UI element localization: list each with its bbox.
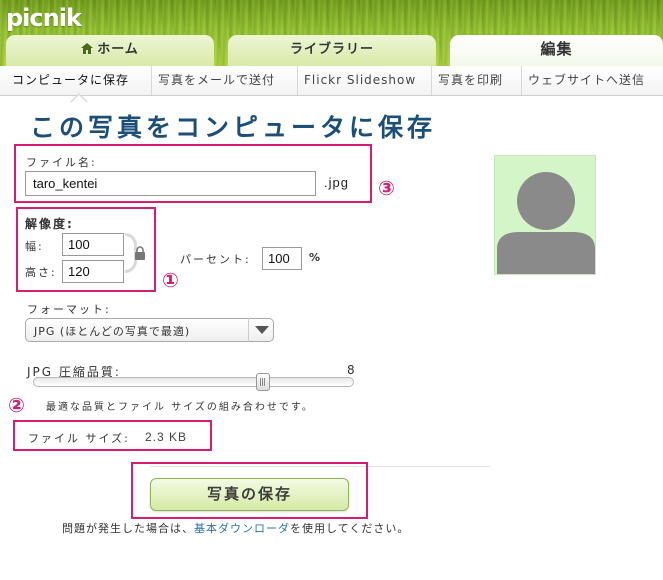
active-tab-pointer-inner <box>71 95 87 103</box>
height-label: 高さ: <box>25 266 57 279</box>
quality-value: 8 <box>347 363 357 377</box>
filesize-label: ファイル サイズ: <box>28 432 130 445</box>
subnav-flickr-slideshow[interactable]: Flickr Slideshow <box>298 66 432 95</box>
annotation-3: ③ <box>378 176 395 200</box>
photo-preview <box>494 155 596 275</box>
tab-library-label: ライブラリー <box>289 42 374 57</box>
subnav-email-photo[interactable]: 写真をメールで送付 <box>152 66 298 95</box>
chevron-down-icon[interactable] <box>248 318 274 342</box>
quality-slider[interactable] <box>33 377 354 387</box>
file-extension: .jpg <box>324 175 349 190</box>
lock-icon[interactable] <box>134 246 146 260</box>
tab-edit[interactable]: 編集 <box>450 35 663 66</box>
tab-home-label: ホーム <box>97 42 139 57</box>
format-label: フォーマット: <box>27 303 111 316</box>
annotation-1: ① <box>162 268 179 292</box>
basic-downloader-link[interactable]: 基本ダウンローダ <box>194 522 290 535</box>
percent-input[interactable] <box>262 247 302 270</box>
subnav-send-to-website[interactable]: ウェブサイトへ送信 <box>522 66 663 95</box>
resolution-label: 解像度: <box>25 217 74 231</box>
help-prefix: 問題が発生した場合は、 <box>62 522 194 535</box>
page-title: この写真をコンピュータに保存 <box>30 113 437 142</box>
percent-unit: % <box>309 251 323 264</box>
filename-label: ファイル名: <box>26 156 97 169</box>
height-input[interactable] <box>62 260 124 283</box>
percent-label: パーセント: <box>180 253 251 266</box>
home-icon <box>81 43 94 54</box>
quality-hint: 最適な品質とファイル サイズの組み合わせです。 <box>46 402 314 413</box>
tab-home[interactable]: ホーム <box>6 35 214 66</box>
width-label: 幅: <box>25 240 44 253</box>
help-suffix: を使用してください。 <box>290 522 410 535</box>
filesize-value: 2.3 KB <box>145 430 188 444</box>
save-photo-button[interactable]: 写真の保存 <box>150 478 349 511</box>
width-input[interactable] <box>62 233 124 256</box>
quality-slider-thumb[interactable] <box>256 373 270 391</box>
help-text: 問題が発生した場合は、基本ダウンローダを使用してください。 <box>62 520 409 536</box>
subnav-save-to-computer[interactable]: コンピュータに保存 <box>6 66 152 95</box>
annotation-2: ② <box>8 393 25 417</box>
avatar-placeholder-icon <box>497 172 595 274</box>
subnav-print-photo[interactable]: 写真を印刷 <box>432 66 522 95</box>
filename-input[interactable] <box>25 171 316 196</box>
picnik-logo[interactable]: picnik <box>6 4 82 32</box>
header: picnik ホーム ライブラリー 編集 <box>0 0 663 66</box>
sub-navigation: コンピュータに保存 写真をメールで送付 Flickr Slideshow 写真を… <box>0 66 663 96</box>
tab-library[interactable]: ライブラリー <box>228 35 436 66</box>
tab-edit-label: 編集 <box>540 40 573 58</box>
format-select[interactable]: JPG (ほとんどの写真で最適) <box>25 318 274 342</box>
